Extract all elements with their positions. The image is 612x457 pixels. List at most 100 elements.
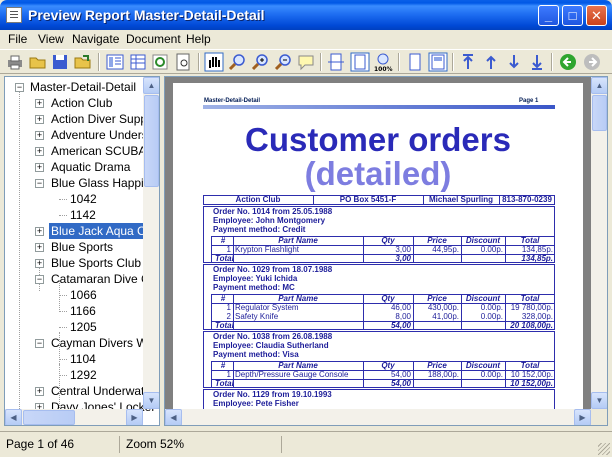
tree-expander[interactable]: − [35,339,44,348]
tree-item[interactable]: Blue Sports [49,239,115,255]
menu-view[interactable]: View [38,32,64,46]
line-price: 430,00p. [427,303,459,312]
scroll-down-button[interactable]: ▼ [591,392,607,409]
previous-page-icon[interactable] [481,52,501,72]
line-total: 10 152,00p. [510,370,553,379]
tree-horizontal-scrollbar[interactable]: ◀ ▶ [5,409,143,425]
preview-horizontal-scrollbar[interactable]: ◀ ▶ [165,409,591,425]
order-total-label: Total [215,321,234,330]
menu-file[interactable]: File [8,32,27,46]
line-total: 19 780,00p. [510,303,553,312]
order-total-sum: 20 108,00p. [510,321,553,330]
save-icon[interactable] [50,52,70,72]
tree-item[interactable]: 1066 [68,287,99,303]
scroll-thumb[interactable] [592,95,607,131]
menu-help[interactable]: Help [186,32,211,46]
column-header: # [220,361,226,370]
find-icon[interactable] [296,52,316,72]
tree-expander[interactable]: − [35,275,44,284]
scroll-up-button[interactable]: ▲ [143,77,159,94]
tree-item[interactable]: 1166 [68,303,98,319]
zoom-in-icon[interactable] [250,52,270,72]
tree-expander[interactable]: + [35,387,44,396]
scroll-down-button[interactable]: ▼ [143,392,159,409]
minimize-button[interactable]: _ [538,5,559,26]
two-pages-icon[interactable] [428,52,448,72]
line-number: 1 [226,245,231,254]
refresh-icon[interactable] [150,52,170,72]
order-header: Order No. 1029 from 18.07.1988 [213,265,333,274]
last-page-icon[interactable] [527,52,547,72]
line-discount: 0.00p. [480,303,503,312]
tree-item[interactable]: 1104 [68,351,98,367]
order-header: Order No. 1038 from 26.08.1988 [213,332,333,341]
scroll-left-button[interactable]: ◀ [165,409,182,425]
print-icon[interactable] [5,52,25,72]
tree-item[interactable]: 1042 [68,191,99,207]
column-header: Part Name [278,361,318,370]
scroll-thumb[interactable] [144,95,159,187]
preview-area[interactable]: Master-Detail-Detail Page 1 Customer ord… [164,76,608,426]
order-employee: Employee: Claudia Sutherland [213,341,329,350]
tree-item[interactable]: 1205 [68,319,99,335]
order-total-qty: 3,00 [395,254,411,263]
zoom-tool-icon[interactable] [227,52,247,72]
tree-item[interactable]: Central Underwater [49,383,157,399]
tree-item[interactable]: Action Club [49,95,114,111]
tree-expander[interactable]: + [35,131,44,140]
preview-vertical-scrollbar[interactable]: ▲ ▼ [591,77,607,409]
report-header-right: Page 1 [519,98,539,104]
menu-navigate[interactable]: Navigate [72,32,119,46]
page-width-icon[interactable] [326,52,346,72]
tree-expander[interactable]: + [35,259,44,268]
scroll-right-button[interactable]: ▶ [574,409,591,425]
line-qty: 8,00 [395,312,411,321]
tree-expander[interactable]: + [35,147,44,156]
tree-item[interactable]: 1142 [68,207,98,223]
scroll-right-button[interactable]: ▶ [126,409,143,425]
menu-bar: File View Navigate Document Help [0,30,612,49]
zoom-out-icon[interactable] [273,52,293,72]
tree-expander[interactable]: + [35,115,44,124]
hand-icon[interactable] [204,52,224,72]
tree-item[interactable]: Action Diver Supply [49,111,158,127]
line-price: 188,00p. [427,370,459,379]
resize-grip[interactable] [598,443,610,455]
tree-expander[interactable]: + [35,243,44,252]
next-page-icon[interactable] [504,52,524,72]
customer-name: Action Club [235,195,281,204]
scroll-left-button[interactable]: ◀ [5,409,22,425]
line-part-name: Safety Knife [235,312,279,321]
tree-expander[interactable]: + [35,163,44,172]
tree-vertical-scrollbar[interactable]: ▲ ▼ [143,77,159,409]
report-tree[interactable]: − Master-Detail-Detail + Action Club + Acti… [4,76,160,426]
export-icon[interactable] [73,52,93,72]
tree-expander[interactable]: − [15,83,24,92]
order-employee: Employee: Yuki Ichida [213,274,298,283]
maximize-button[interactable]: □ [562,5,583,26]
tree-expander[interactable]: − [35,179,44,188]
zoom-100-icon[interactable]: 100% [373,52,393,73]
first-page-icon[interactable] [458,52,478,72]
tree-expander[interactable]: + [35,227,44,236]
tree-expander[interactable]: + [35,99,44,108]
forward-icon[interactable] [582,52,602,72]
menu-document[interactable]: Document [126,32,181,46]
table-icon[interactable] [128,52,148,72]
tree-item[interactable]: Blue Sports Club [49,255,143,271]
tree-item[interactable]: 1292 [68,367,99,383]
page-setup-icon[interactable] [173,52,193,72]
report-page: Master-Detail-Detail Page 1 Customer ord… [173,83,583,423]
close-button[interactable]: ✕ [586,5,607,26]
thumbnails-icon[interactable] [105,52,125,72]
order-payment: Payment method: Credit [213,225,306,234]
scroll-thumb[interactable] [23,410,75,425]
tree-item[interactable]: Aquatic Drama [49,159,132,175]
open-icon[interactable] [28,52,48,72]
tree-root[interactable]: Master-Detail-Detail [30,79,136,95]
whole-page-icon[interactable] [350,52,370,72]
back-icon[interactable] [558,52,578,72]
scroll-up-button[interactable]: ▲ [591,77,607,94]
line-discount: 0.00p. [480,312,503,321]
single-page-icon[interactable] [405,52,425,72]
